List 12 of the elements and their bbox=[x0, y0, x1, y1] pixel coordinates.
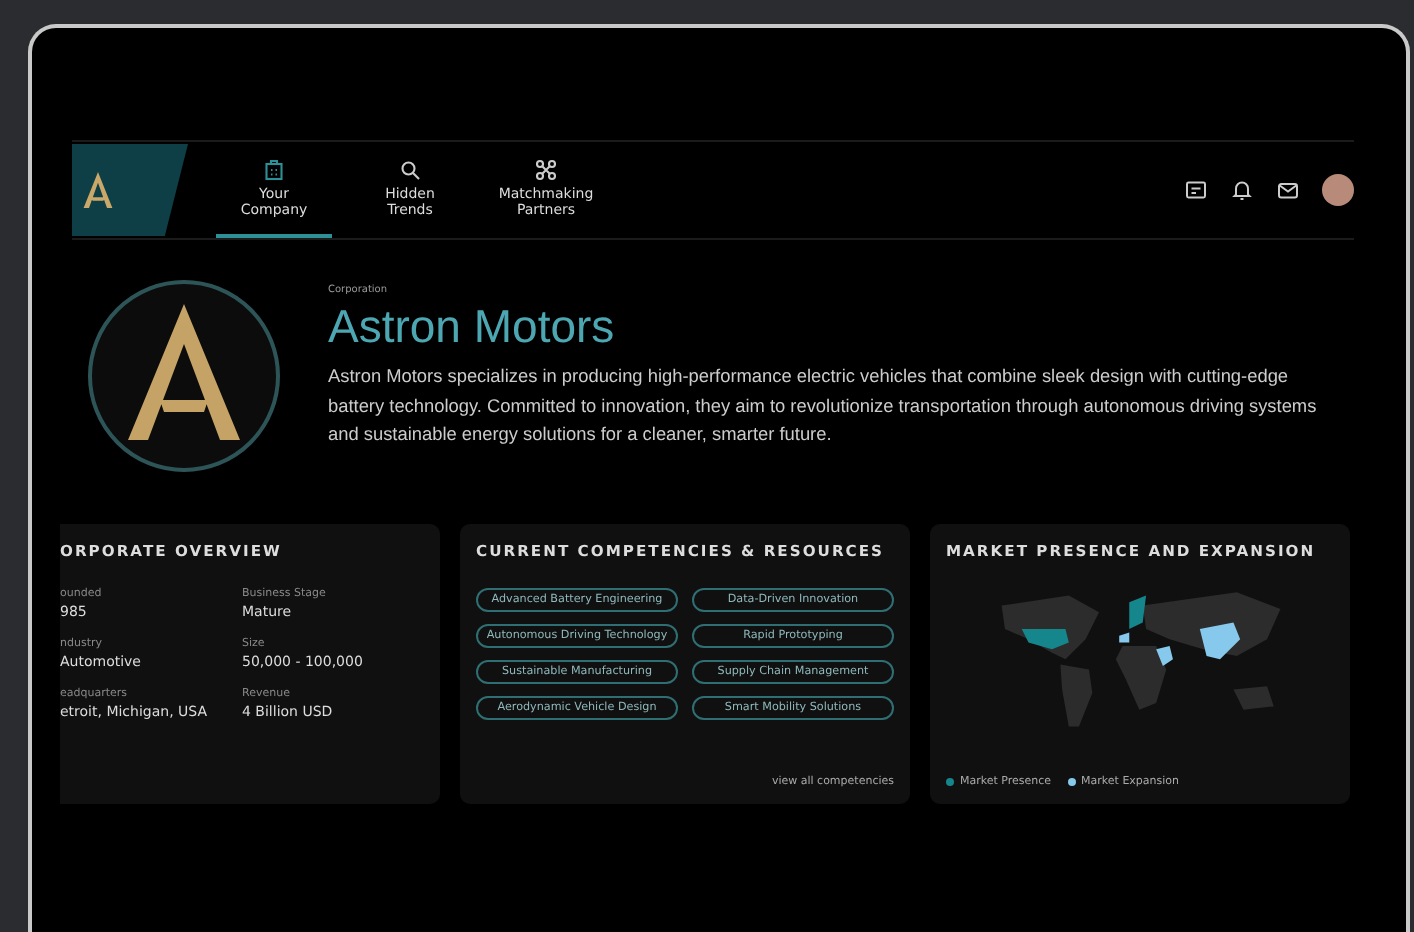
building-icon bbox=[262, 157, 286, 182]
letter-a-logo-icon bbox=[80, 168, 116, 212]
notification-bell-icon[interactable] bbox=[1230, 178, 1254, 202]
network-icon bbox=[534, 157, 558, 182]
avatar[interactable] bbox=[1322, 174, 1354, 206]
mail-icon[interactable] bbox=[1276, 178, 1300, 202]
company-description: Astron Motors specializes in producing high-performance electric vehicles that combine sleek design with cutting-edge battery technology. Committed to innovation, they aim to revolutionize transportation through autonomous driving systems and sustainable energy solutions for a cleaner, smarter future. bbox=[328, 364, 1319, 449]
brand-banner[interactable] bbox=[72, 144, 188, 236]
magnifier-icon bbox=[398, 157, 422, 182]
company-name: Astron Motors bbox=[328, 300, 617, 354]
letter-a-emblem-icon bbox=[84, 276, 284, 476]
presentation-icon[interactable] bbox=[1184, 178, 1208, 202]
